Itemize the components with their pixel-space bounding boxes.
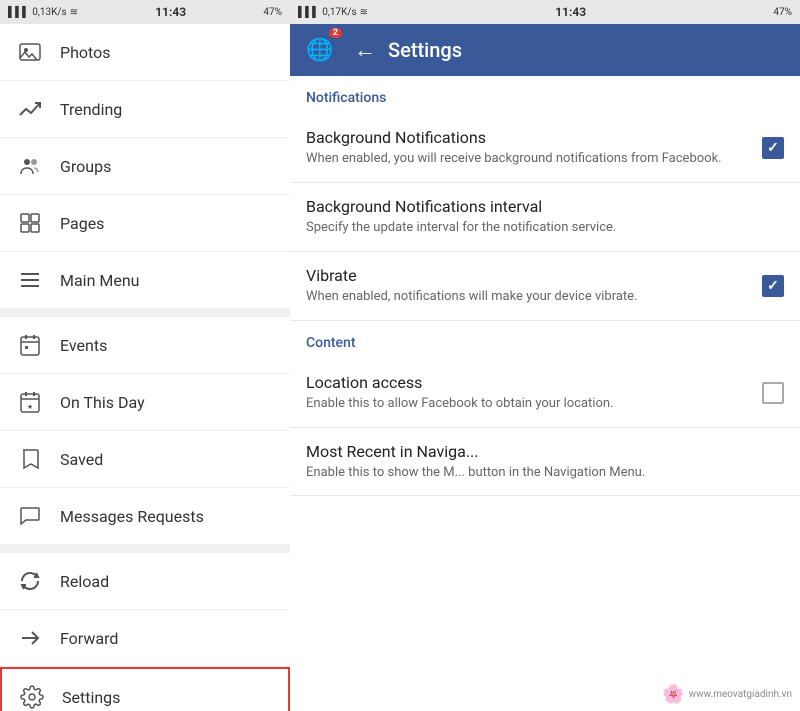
forward-icon — [16, 624, 44, 652]
item-text-background-notifications: Background Notifications When enabled, y… — [306, 128, 762, 168]
settings-item-most-recent[interactable]: Most Recent in Naviga... Enable this to … — [290, 428, 800, 497]
battery-left: 47% — [263, 7, 282, 18]
menu-item-main-menu[interactable]: Main Menu — [0, 252, 290, 309]
menu-label-settings: Settings — [62, 688, 120, 707]
menu-item-reload[interactable]: Reload — [0, 553, 290, 610]
battery-right: 47% — [773, 7, 792, 18]
menu-label-messages-requests: Messages Requests — [60, 507, 204, 526]
settings-item-vibrate[interactable]: Vibrate When enabled, notifications will… — [290, 252, 800, 321]
menu-label-groups: Groups — [60, 157, 111, 176]
left-panel: ▌▌▌ 0,13K/s ≋ 11:43 47% Photos Trending — [0, 0, 290, 711]
saved-icon — [16, 445, 44, 473]
section-header-content: Content — [290, 321, 800, 359]
watermark: 🌸 www.meovatgiadinh.vn — [662, 684, 792, 705]
item-title-background-notifications: Background Notifications — [306, 128, 750, 147]
menu-label-main-menu: Main Menu — [60, 271, 139, 290]
menu-label-trending: Trending — [60, 100, 122, 119]
on-this-day-icon: ★ — [16, 388, 44, 416]
settings-item-background-notifications[interactable]: Background Notifications When enabled, y… — [290, 114, 800, 183]
messages-icon — [16, 502, 44, 530]
photo-icon — [16, 38, 44, 66]
checkbox-location[interactable] — [762, 382, 784, 404]
item-title-location: Location access — [306, 373, 750, 392]
menu-item-trending[interactable]: Trending — [0, 81, 290, 138]
toolbar-title: Settings — [388, 38, 462, 62]
time-left: 11:43 — [155, 5, 186, 19]
toolbar: 🌐 2 ← Settings — [290, 24, 800, 76]
menu-label-saved: Saved — [60, 450, 103, 469]
item-text-vibrate: Vibrate When enabled, notifications will… — [306, 266, 762, 306]
menu-item-groups[interactable]: Groups — [0, 138, 290, 195]
data-speed-right: 0,17K/s — [322, 7, 356, 18]
menu-item-photos[interactable]: Photos — [0, 24, 290, 81]
settings-icon — [18, 683, 46, 711]
watermark-text: www.meovatgiadinh.vn — [689, 689, 792, 700]
menu-divider-1 — [0, 309, 290, 317]
globe-notification-container: 🌐 2 — [302, 32, 338, 68]
right-panel: ▌▌▌ 0,17K/s ≋ 11:43 47% 🌐 2 ← Settings N… — [290, 0, 800, 711]
menu-item-forward[interactable]: Forward — [0, 610, 290, 667]
battery-container-right: 47% — [773, 7, 792, 18]
pages-icon — [16, 209, 44, 237]
item-desc-most-recent: Enable this to show the M... button in t… — [306, 465, 772, 482]
item-desc-background-interval: Specify the update interval for the noti… — [306, 220, 772, 237]
menu-label-photos: Photos — [60, 43, 111, 62]
wifi-left: ≋ — [70, 7, 78, 18]
checkbox-background-notifications[interactable] — [762, 137, 784, 159]
signal-bars-left: ▌▌▌ — [8, 7, 29, 18]
item-desc-background-notifications: When enabled, you will receive backgroun… — [306, 151, 750, 168]
menu-list: Photos Trending Groups Pages Main Menu — [0, 24, 290, 711]
item-title-most-recent: Most Recent in Naviga... — [306, 442, 772, 461]
status-bar-right: ▌▌▌ 0,17K/s ≋ 11:43 47% — [290, 0, 800, 24]
signal-right: ▌▌▌ 0,17K/s ≋ — [298, 7, 368, 18]
menu-label-pages: Pages — [60, 214, 104, 233]
main-menu-icon — [16, 266, 44, 294]
svg-text:★: ★ — [27, 403, 33, 411]
menu-label-on-this-day: On This Day — [60, 393, 145, 412]
back-arrow[interactable]: ← — [354, 37, 376, 63]
right-icons-left: 47% — [263, 7, 282, 18]
section-header-notifications: Notifications — [290, 76, 800, 114]
item-desc-vibrate: When enabled, notifications will make yo… — [306, 289, 750, 306]
reload-icon — [16, 567, 44, 595]
groups-icon — [16, 152, 44, 180]
menu-item-saved[interactable]: Saved — [0, 431, 290, 488]
menu-item-events[interactable]: Events — [0, 317, 290, 374]
menu-item-on-this-day[interactable]: ★ On This Day — [0, 374, 290, 431]
menu-item-settings[interactable]: Settings — [0, 667, 290, 711]
checkbox-vibrate[interactable] — [762, 275, 784, 297]
settings-item-background-interval[interactable]: Background Notifications interval Specif… — [290, 183, 800, 252]
watermark-icon: 🌸 — [662, 684, 684, 705]
data-speed-left: 0,13K/s — [32, 7, 66, 18]
signal-bars-right: ▌▌▌ — [298, 7, 319, 18]
item-desc-location: Enable this to allow Facebook to obtain … — [306, 396, 750, 413]
item-text-most-recent: Most Recent in Naviga... Enable this to … — [306, 442, 784, 482]
wifi-right: ≋ — [360, 7, 368, 18]
menu-divider-2 — [0, 545, 290, 553]
menu-label-reload: Reload — [60, 572, 109, 591]
notification-badge: 2 — [329, 28, 342, 38]
menu-label-forward: Forward — [60, 629, 118, 648]
item-text-location: Location access Enable this to allow Fac… — [306, 373, 762, 413]
item-text-background-interval: Background Notifications interval Specif… — [306, 197, 784, 237]
events-icon — [16, 331, 44, 359]
settings-content: Notifications Background Notifications W… — [290, 76, 800, 711]
time-right: 11:43 — [555, 5, 586, 19]
menu-item-messages-requests[interactable]: Messages Requests — [0, 488, 290, 545]
trending-icon — [16, 95, 44, 123]
settings-item-location[interactable]: Location access Enable this to allow Fac… — [290, 359, 800, 428]
item-title-background-interval: Background Notifications interval — [306, 197, 772, 216]
item-title-vibrate: Vibrate — [306, 266, 750, 285]
menu-label-events: Events — [60, 336, 107, 355]
signal-left: ▌▌▌ 0,13K/s ≋ — [8, 7, 78, 18]
status-bar-left: ▌▌▌ 0,13K/s ≋ 11:43 47% — [0, 0, 290, 24]
menu-item-pages[interactable]: Pages — [0, 195, 290, 252]
globe-icon: 🌐 — [306, 38, 333, 63]
